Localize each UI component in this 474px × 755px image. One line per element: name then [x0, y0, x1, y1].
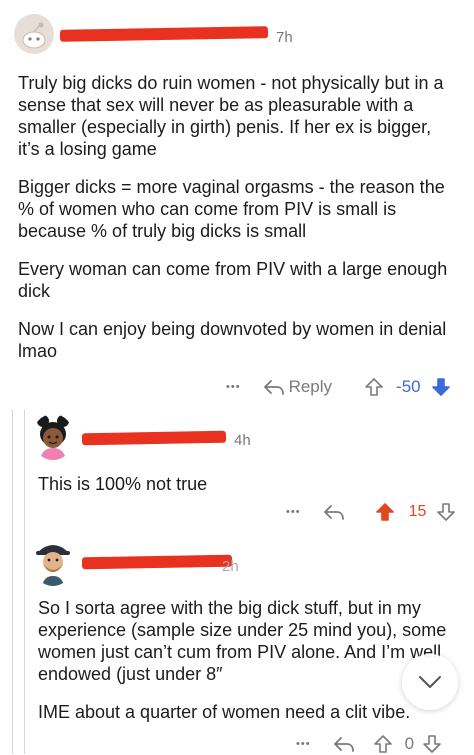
- comment-body: Truly big dicks do ruin women - not phys…: [18, 72, 454, 362]
- comment-actions: ••• 15: [286, 500, 456, 524]
- vote-score: 0: [404, 734, 415, 753]
- chevron-down-icon: [419, 676, 441, 688]
- comment-paragraph: IME about a quarter of women need a clit…: [38, 702, 411, 722]
- upvote-button[interactable]: [375, 502, 395, 522]
- reply-arrow-icon: [263, 380, 284, 395]
- upvote-arrow-icon: [365, 378, 383, 396]
- reply-arrow-icon: [323, 505, 344, 520]
- thread-line[interactable]: [12, 410, 13, 754]
- avatar[interactable]: [32, 414, 74, 460]
- reply-arrow-icon: [333, 737, 354, 752]
- comment-actions: ••• Reply -50: [226, 375, 451, 399]
- reply-button[interactable]: [323, 503, 345, 521]
- reply-button[interactable]: [333, 735, 355, 753]
- comment-time: 4h: [234, 432, 251, 449]
- cartoon-girl-avatar-icon: [37, 415, 69, 460]
- downvote-button[interactable]: [422, 734, 442, 754]
- comment-time: 2h: [222, 558, 239, 575]
- downvote-arrow-icon: [437, 503, 456, 521]
- downvote-arrow-icon: [423, 735, 441, 753]
- downvote-button[interactable]: [436, 502, 456, 522]
- upvote-button[interactable]: [364, 377, 384, 397]
- thread-line[interactable]: [24, 410, 25, 754]
- reply-button[interactable]: Reply: [263, 377, 332, 397]
- comment-paragraph: Every woman can come from PIV with a lar…: [18, 259, 448, 301]
- comment-body: So I sorta agree with the big dick stuff…: [38, 597, 450, 723]
- comment-paragraph: So I sorta agree with the big dick stuff…: [38, 598, 447, 684]
- vote-score: 15: [408, 503, 427, 520]
- upvote-arrow-icon: [375, 503, 394, 521]
- avatar[interactable]: [32, 538, 74, 586]
- comment-actions: ••• 0: [296, 733, 442, 755]
- downvote-button[interactable]: [431, 377, 451, 397]
- comment-paragraph: This is 100% not true: [38, 474, 208, 494]
- avatar[interactable]: [14, 14, 54, 54]
- downvote-arrow-icon: [431, 378, 450, 396]
- comment-paragraph: Bigger dicks = more vaginal orgasms - th…: [18, 177, 445, 241]
- vote-score: -50: [396, 377, 421, 396]
- comment-time: 7h: [276, 29, 293, 46]
- redacted-username: [59, 26, 269, 42]
- redacted-username: [81, 554, 233, 570]
- redacted-username: [81, 430, 227, 446]
- more-options-button[interactable]: •••: [296, 738, 311, 750]
- scroll-collapse-button[interactable]: [402, 654, 458, 710]
- more-options-button[interactable]: •••: [286, 506, 301, 518]
- reply-label: Reply: [288, 377, 333, 396]
- comment-paragraph: Now I can enjoy being downvoted by women…: [18, 319, 447, 361]
- cartoon-bearded-man-avatar-icon: [36, 545, 70, 586]
- upvote-arrow-icon: [373, 735, 392, 753]
- reddit-snoo-icon: [22, 22, 46, 49]
- upvote-button[interactable]: [373, 734, 393, 754]
- more-options-button[interactable]: •••: [226, 381, 241, 393]
- comment-paragraph: Truly big dicks do ruin women - not phys…: [18, 73, 444, 159]
